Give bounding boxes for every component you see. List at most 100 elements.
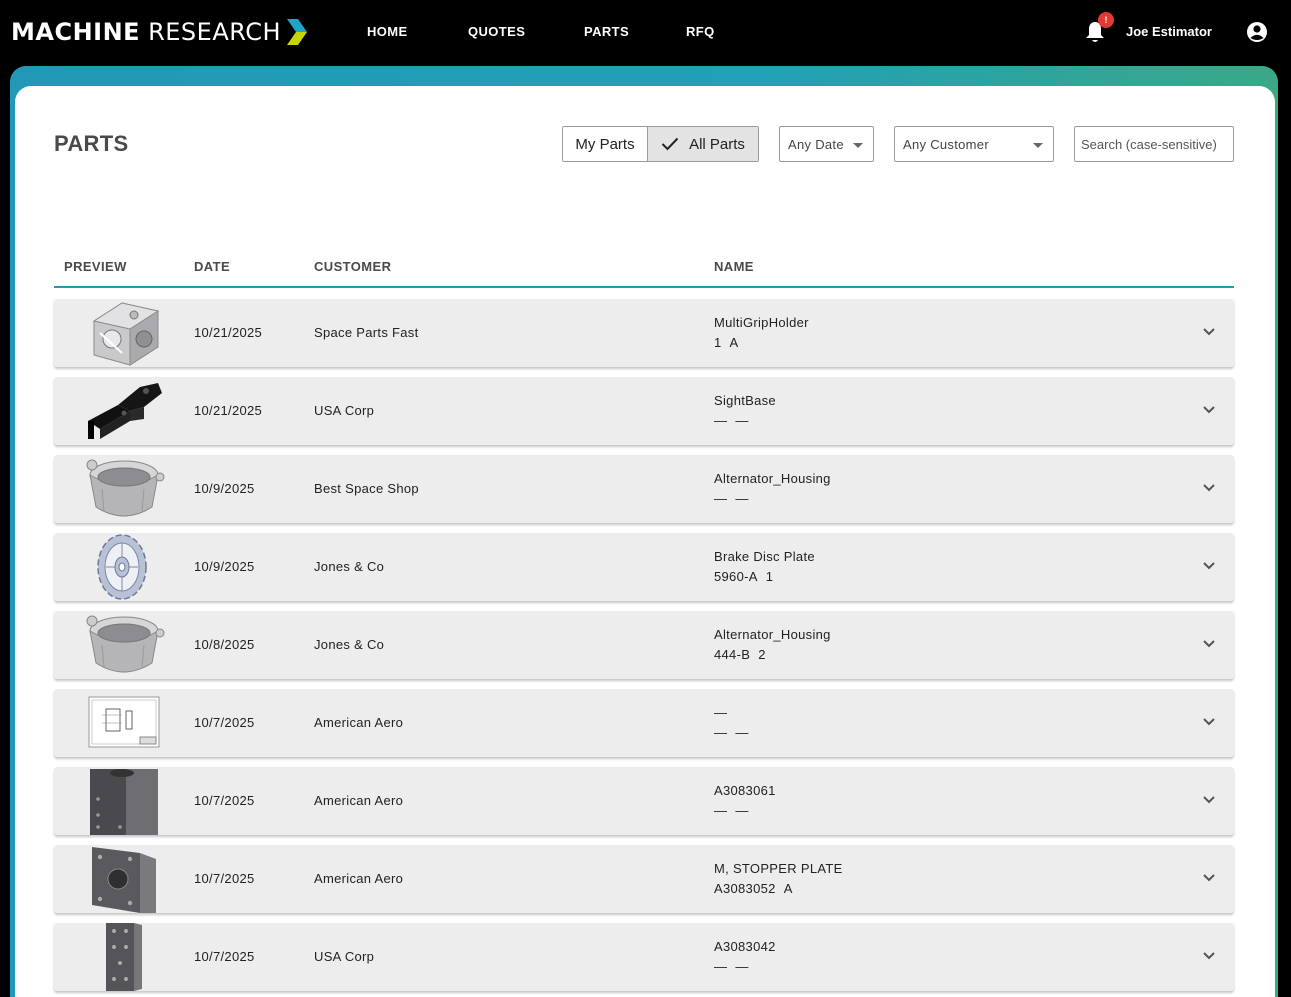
table-row[interactable]: 10/7/2025 American Aero — — — xyxy=(54,689,1234,757)
block-preview xyxy=(90,769,158,835)
nav-home[interactable]: HOME xyxy=(367,24,408,39)
table-row[interactable]: 10/7/2025 American Aero A3083061 — — xyxy=(54,767,1234,835)
row-customer: American Aero xyxy=(314,871,404,886)
row-date: 10/21/2025 xyxy=(194,403,263,418)
notification-badge: ! xyxy=(1098,12,1114,28)
chevron-down-icon[interactable] xyxy=(1202,405,1216,415)
row-revision: 1 xyxy=(765,569,774,584)
row-part-meta: — — xyxy=(714,803,757,818)
header-divider xyxy=(54,286,1234,288)
row-part-number: — xyxy=(714,413,728,428)
column-header-customer[interactable]: CUSTOMER xyxy=(314,259,391,274)
search-input[interactable] xyxy=(1074,126,1234,162)
date-filter-value: Any Date xyxy=(788,136,844,152)
row-part-meta: 1A xyxy=(714,335,747,350)
nav-quotes[interactable]: QUOTES xyxy=(468,24,525,39)
part-preview-thumbnail[interactable] xyxy=(82,377,166,445)
row-date: 10/7/2025 xyxy=(194,949,255,964)
table-row[interactable]: 10/9/2025 Jones & Co Brake Disc Plate 59… xyxy=(54,533,1234,601)
page-title: PARTS xyxy=(54,131,129,156)
row-customer: USA Corp xyxy=(314,403,375,418)
all-parts-button[interactable]: All Parts xyxy=(648,127,758,161)
customer-filter-value: Any Customer xyxy=(903,136,989,152)
caret-down-icon xyxy=(1033,143,1043,148)
row-part-number: 1 xyxy=(714,335,722,350)
chevron-down-icon[interactable] xyxy=(1202,873,1216,883)
row-revision: 2 xyxy=(758,647,766,662)
chevron-down-icon[interactable] xyxy=(1202,795,1216,805)
part-preview-thumbnail[interactable] xyxy=(82,299,166,367)
chevron-down-icon[interactable] xyxy=(1202,951,1216,961)
table-row[interactable]: 10/21/2025 USA Corp SightBase — — xyxy=(54,377,1234,445)
part-preview-thumbnail[interactable] xyxy=(82,923,166,991)
row-customer: Jones & Co xyxy=(314,559,385,574)
chevron-down-icon[interactable] xyxy=(1202,717,1216,727)
drawing-sheet-preview xyxy=(88,696,160,748)
row-part-meta: A3083052 A xyxy=(714,881,801,896)
row-date: 10/7/2025 xyxy=(194,793,255,808)
brake-disc-preview xyxy=(97,534,147,600)
row-part-number: — xyxy=(714,803,728,818)
row-part-meta: — — xyxy=(714,491,757,506)
table-row[interactable]: 10/8/2025 Jones & Co Alternator_Housing … xyxy=(54,611,1234,679)
table-row[interactable]: 10/9/2025 Best Space Shop Alternator_Hou… xyxy=(54,455,1234,523)
chevron-down-icon[interactable] xyxy=(1202,483,1216,493)
row-customer: Jones & Co xyxy=(314,637,385,652)
part-preview-thumbnail[interactable] xyxy=(82,533,166,601)
row-date: 10/9/2025 xyxy=(194,481,255,496)
check-icon xyxy=(661,137,679,151)
part-preview-thumbnail[interactable] xyxy=(82,767,166,835)
brand-logo[interactable]: MACHINE RESEARCH xyxy=(11,17,308,47)
chevron-down-icon[interactable] xyxy=(1202,639,1216,649)
row-revision: — xyxy=(735,413,749,428)
nav-parts[interactable]: PARTS xyxy=(584,24,629,39)
row-customer: Space Parts Fast xyxy=(314,325,419,340)
row-part-number: — xyxy=(714,491,728,506)
row-part-number: A3083052 xyxy=(714,881,776,896)
column-header-preview[interactable]: PREVIEW xyxy=(64,259,127,274)
row-customer: USA Corp xyxy=(314,949,375,964)
bar-preview xyxy=(106,923,142,991)
column-header-name[interactable]: NAME xyxy=(714,259,754,274)
alternator-housing-preview xyxy=(86,615,165,673)
row-part-name: Brake Disc Plate xyxy=(714,549,815,564)
column-header-date[interactable]: DATE xyxy=(194,259,230,274)
row-date: 10/9/2025 xyxy=(194,559,255,574)
part-preview-thumbnail[interactable] xyxy=(82,455,166,523)
row-revision: A xyxy=(783,881,793,896)
logo-text-light: RESEARCH xyxy=(148,18,282,46)
table-row[interactable]: 10/7/2025 American Aero M, STOPPER PLATE… xyxy=(54,845,1234,913)
my-parts-label: My Parts xyxy=(575,135,635,153)
chevron-down-icon[interactable] xyxy=(1202,327,1216,337)
part-preview-thumbnail[interactable] xyxy=(82,845,166,913)
account-circle-icon[interactable] xyxy=(1246,21,1268,43)
table-row[interactable]: 10/7/2025 USA Corp A3083042 — — xyxy=(54,923,1234,991)
row-part-name: M, STOPPER PLATE xyxy=(714,861,843,876)
row-revision: — xyxy=(735,959,749,974)
customer-filter-select[interactable]: Any Customer xyxy=(894,126,1054,162)
row-part-number: 5960-A xyxy=(714,569,758,584)
nav-rfq[interactable]: RFQ xyxy=(686,24,715,39)
row-revision: — xyxy=(735,803,749,818)
row-part-number: — xyxy=(714,959,728,974)
row-customer: Best Space Shop xyxy=(314,481,419,496)
row-part-name: A3083061 xyxy=(714,783,776,798)
chevron-down-icon[interactable] xyxy=(1202,561,1216,571)
date-filter-select[interactable]: Any Date xyxy=(779,126,874,162)
part-preview-thumbnail[interactable] xyxy=(82,689,166,757)
row-date: 10/7/2025 xyxy=(194,715,255,730)
row-date: 10/21/2025 xyxy=(194,325,263,340)
top-nav-bar: MACHINE RESEARCH HOME QUOTES PARTS RFQ !… xyxy=(0,0,1291,66)
table-row[interactable]: 10/21/2025 Space Parts Fast MultiGripHol… xyxy=(54,299,1234,367)
row-part-name: A3083042 xyxy=(714,939,776,954)
row-part-number: — xyxy=(714,725,728,740)
row-part-name: — xyxy=(714,705,728,720)
row-customer: American Aero xyxy=(314,715,404,730)
user-name[interactable]: Joe Estimator xyxy=(1126,24,1212,39)
row-customer: American Aero xyxy=(314,793,404,808)
row-part-meta: — — xyxy=(714,413,757,428)
my-parts-button[interactable]: My Parts xyxy=(563,127,648,161)
logo-text-bold: MACHINE xyxy=(11,18,141,46)
part-preview-thumbnail[interactable] xyxy=(82,611,166,679)
row-part-meta: 444-B 2 xyxy=(714,647,774,662)
